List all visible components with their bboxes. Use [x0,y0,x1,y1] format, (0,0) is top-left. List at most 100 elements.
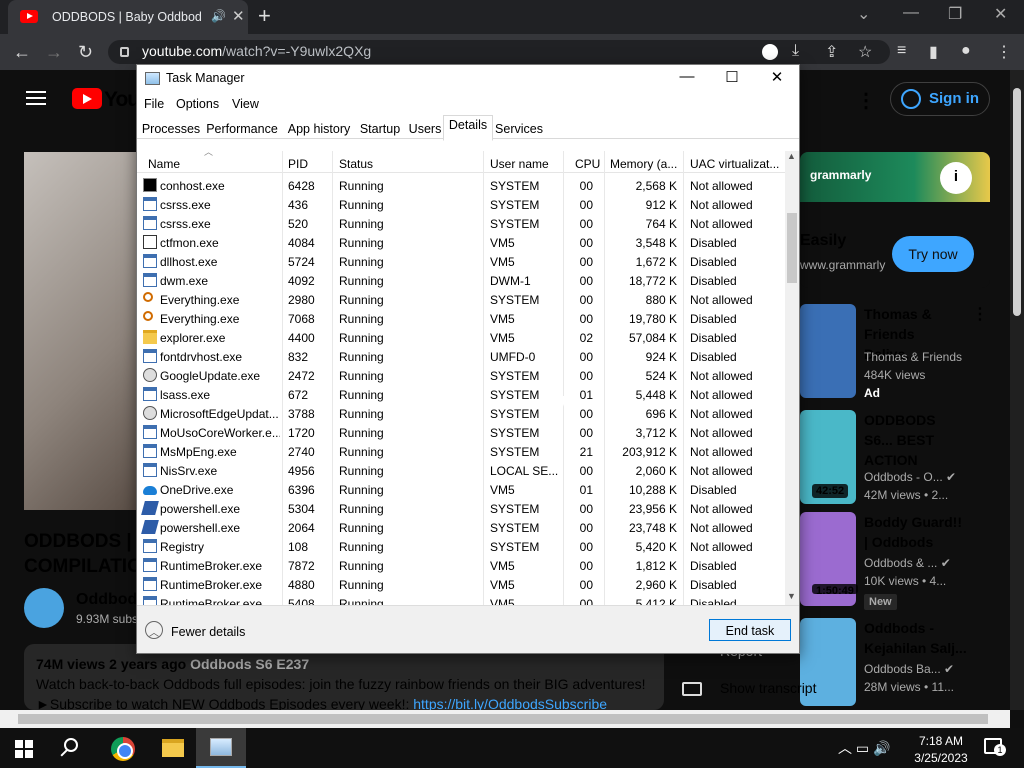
tab-performance[interactable]: Performance [203,119,281,141]
page-vertical-scrollbar[interactable] [1010,70,1024,710]
lock-icon[interactable] [120,47,129,57]
title-bar[interactable]: Task Manager — ☐ ✕ [137,65,799,93]
process-row[interactable]: RuntimeBroker.exe 7872 Running VM5 00 1,812 K… [137,556,785,575]
process-row[interactable]: csrss.exe 520 Running SYSTEM 00 764 K Not allo… [137,214,785,233]
file-explorer-icon[interactable] [162,739,184,757]
install-icon[interactable]: ⤓ [792,42,799,60]
task-manager-window[interactable]: Task Manager — ☐ ✕ File Options View Pro… [136,64,800,654]
col-status[interactable]: Status [339,157,373,171]
fewer-details-link[interactable]: Fewer details [171,625,245,639]
process-row[interactable]: fontdrvhost.exe 832 Running UMFD-0 00 924 K Di… [137,347,785,366]
notification-icon[interactable]: 1 [984,738,1006,756]
search-icon[interactable] [64,738,78,752]
channel-name[interactable]: Oddbods [76,591,136,609]
browser-tab[interactable]: ODDBODS | Baby Oddbods 🔊 ✕ [8,0,248,34]
minimize-icon[interactable]: — [903,4,919,22]
menu-view[interactable]: View [232,97,259,111]
system-tray[interactable]: ︿ ▭ 🔊 [838,738,890,758]
hamburger-menu-icon[interactable] [26,91,46,105]
process-row[interactable]: MoUsoCoreWorker.e... 1720 Running SYSTEM 00 3… [137,423,785,442]
scroll-up-icon[interactable]: ▲ [787,151,796,161]
scrollbar-thumb[interactable] [18,714,988,724]
clock[interactable]: 7:18 AM 3/25/2023 [908,733,974,767]
process-row[interactable]: Everything.exe 2980 Running SYSTEM 00 880 K No… [137,290,785,309]
tab-app-history[interactable]: App history [283,119,355,141]
menu-options[interactable]: Options [176,97,219,111]
recommendation-item[interactable]: Thomas & Friends Delive... Thomas & Frie… [800,304,1000,404]
tab-startup[interactable]: Startup [357,119,403,141]
restore-icon[interactable]: ❐ [948,4,962,24]
process-row[interactable]: RuntimeBroker.exe 4880 Running VM5 00 2,960 K… [137,575,785,594]
close-tab-icon[interactable]: ✕ [232,7,245,25]
process-row[interactable]: NisSrv.exe 4956 Running LOCAL SE... 00 2,060 … [137,461,785,480]
process-row[interactable]: Everything.exe 7068 Running VM5 00 19,780 K Di… [137,309,785,328]
maximize-icon[interactable]: ☐ [717,68,747,86]
tab-search-icon[interactable]: ⌄ [857,4,870,24]
process-row[interactable]: conhost.exe 6428 Running SYSTEM 00 2,568 K Not… [137,176,785,195]
try-now-button[interactable]: Try now [892,236,974,272]
side-panel-icon[interactable]: ▮ [929,42,938,62]
task-manager-taskbar-button[interactable] [196,728,246,768]
forward-icon[interactable]: → [45,42,63,63]
process-row[interactable]: dwm.exe 4092 Running DWM-1 00 18,772 K Disable… [137,271,785,290]
rec-menu-icon[interactable]: ⋮ [972,304,988,324]
more-options-icon[interactable]: ⋮ [856,88,876,113]
google-icon[interactable] [762,44,778,60]
chrome-menu-icon[interactable]: ⋮ [996,42,1012,62]
minimize-icon[interactable]: — [672,68,702,85]
tab-processes[interactable]: Processes [141,119,201,141]
process-row[interactable]: csrss.exe 436 Running SYSTEM 00 912 K Not allo… [137,195,785,214]
recommendation-item[interactable]: 42:52 ODDBODS S6... BEST ACTION EPISODE … [800,410,1000,510]
info-icon[interactable]: i [940,162,972,194]
reload-icon[interactable]: ↻ [78,42,93,63]
col-user-name[interactable]: User name [490,157,549,171]
ad-card[interactable]: grammarly i Easily www.grammarly Try now [800,152,990,288]
col-memory[interactable]: Memory (a... [610,157,680,171]
tab-services[interactable]: Services [495,119,543,141]
process-list-scrollbar[interactable]: ▲ ▼ [785,151,799,605]
col-pid[interactable]: PID [288,157,308,171]
process-row[interactable]: dllhost.exe 5724 Running VM5 00 1,672 K Disabl… [137,252,785,271]
new-tab-button[interactable]: + [258,3,271,29]
col-cpu[interactable]: CPU [575,157,600,171]
windows-start-icon[interactable] [15,740,33,758]
process-row[interactable]: ctfmon.exe 4084 Running VM5 00 3,548 K Disable… [137,233,785,252]
process-row[interactable]: powershell.exe 5304 Running SYSTEM 00 23,956 … [137,499,785,518]
youtube-logo-icon[interactable] [72,88,102,109]
process-row[interactable]: Registry 108 Running SYSTEM 00 5,420 K Not all… [137,537,785,556]
close-icon[interactable]: ✕ [762,68,792,86]
bookmark-star-icon[interactable]: ☆ [858,42,872,62]
process-row[interactable]: MicrosoftEdgeUpdat... 3788 Running SYSTEM 00… [137,404,785,423]
end-task-button[interactable]: End task [709,619,791,641]
process-row[interactable]: powershell.exe 2064 Running SYSTEM 00 23,748 … [137,518,785,537]
back-icon[interactable]: ← [13,42,31,63]
scroll-down-icon[interactable]: ▼ [787,591,796,601]
sign-in-button[interactable]: Sign in [890,82,990,116]
page-horizontal-scrollbar[interactable] [0,710,1010,728]
speaker-icon[interactable]: 🔊 [211,9,226,23]
profile-icon[interactable]: ● [961,42,971,60]
share-icon[interactable]: ⇪ [825,42,838,62]
col-uac[interactable]: UAC virtualizat... [690,157,780,171]
process-row[interactable]: OneDrive.exe 6396 Running VM5 01 10,288 K Disa… [137,480,785,499]
close-window-icon[interactable]: ✕ [994,4,1007,24]
process-row[interactable]: GoogleUpdate.exe 2472 Running SYSTEM 00 524 K… [137,366,785,385]
tab-users[interactable]: Users [407,119,443,141]
chevron-up-icon[interactable]: ︿ [145,621,163,639]
desc-tags[interactable]: Oddbods S6 E237 [190,656,309,672]
channel-avatar[interactable] [24,588,64,628]
menu-file[interactable]: File [144,97,164,111]
chrome-taskbar-icon[interactable] [111,737,135,761]
col-name[interactable]: Name [148,157,180,171]
recommendation-item[interactable]: Oddbods - Kejahilan Salj... Oddbods Ba..… [800,618,1000,708]
video-player[interactable] [24,152,136,510]
show-transcript-menu-item[interactable]: Show transcript [720,680,816,696]
recommendation-item[interactable]: 1:50:49 Boddy Guard!! | Oddbods Full... … [800,512,1000,612]
scrollbar-thumb[interactable] [1013,88,1021,316]
media-control-icon[interactable]: ≡ [897,42,906,60]
thumbnail[interactable] [800,304,856,398]
tab-details[interactable]: Details [443,115,493,141]
process-row[interactable]: explorer.exe 4400 Running VM5 02 57,084 K Disa… [137,328,785,347]
scrollbar-thumb[interactable] [787,213,797,283]
process-row[interactable]: MsMpEng.exe 2740 Running SYSTEM 21 203,912 K N… [137,442,785,461]
